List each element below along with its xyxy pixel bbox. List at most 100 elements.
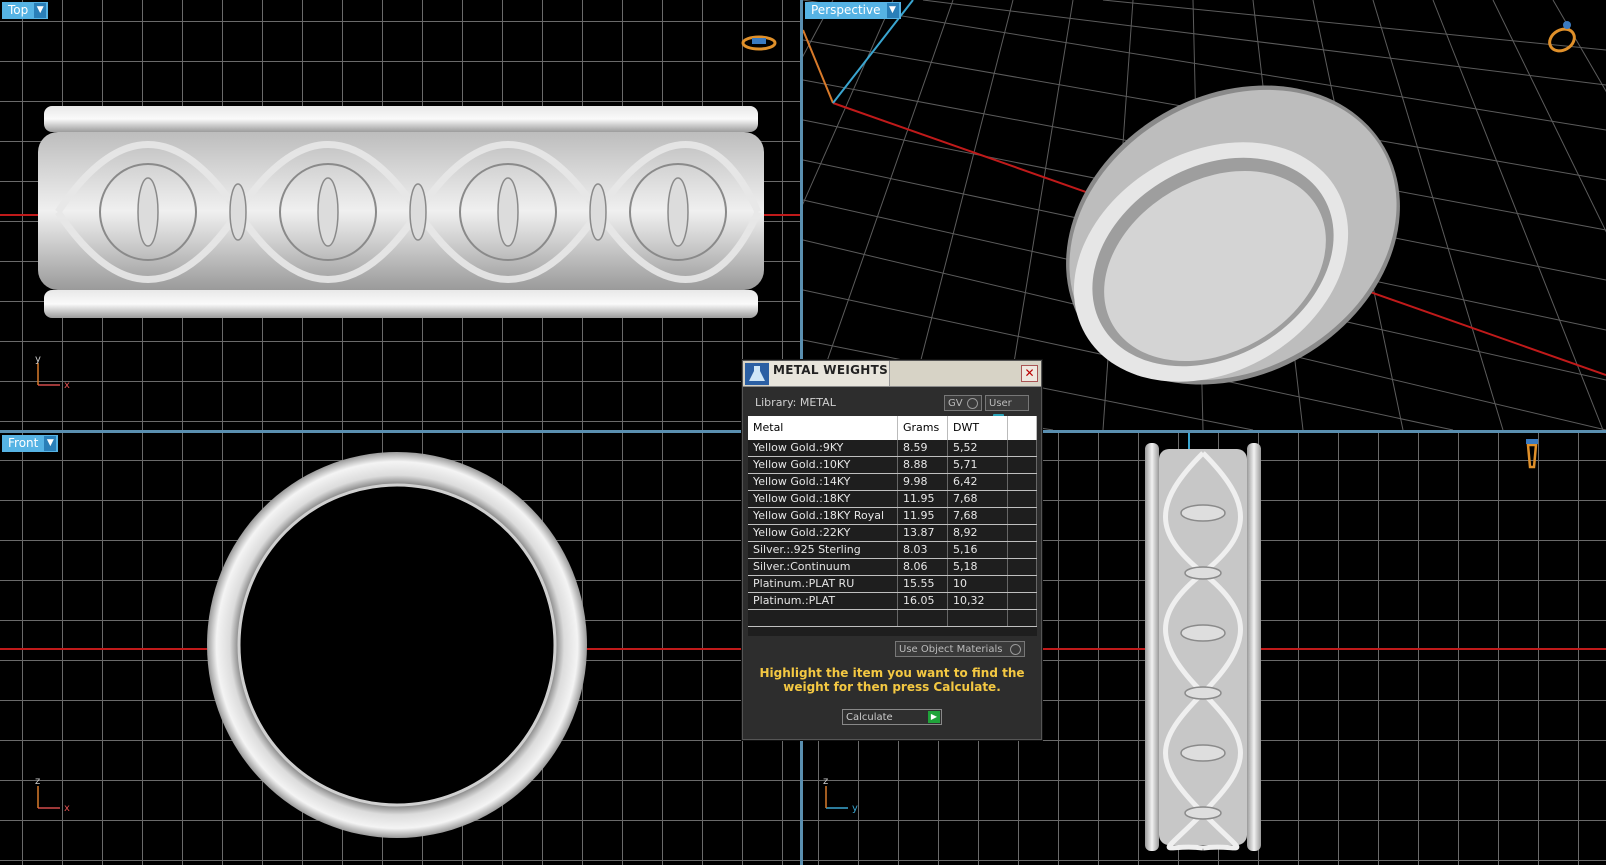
- grams-cell: 11.95: [898, 508, 948, 524]
- close-button[interactable]: ✕: [1021, 365, 1038, 382]
- dwt-cell: 8,92: [948, 525, 1008, 541]
- dialog-title: METAL WEIGHTS: [773, 363, 889, 377]
- viewport-perspective-label[interactable]: Perspective ▼: [805, 2, 901, 19]
- toggle-knob-icon: [966, 397, 978, 409]
- dwt-cell: 7,68: [948, 491, 1008, 507]
- empty-cell: [1008, 593, 1037, 609]
- table-row-empty[interactable]: [748, 610, 1037, 627]
- chevron-down-icon[interactable]: ▼: [44, 436, 57, 451]
- metal-cell: Yellow Gold.:18KY Royal: [748, 508, 898, 524]
- metal-cell: Yellow Gold.:14KY: [748, 474, 898, 490]
- grams-cell: 16.05: [898, 593, 948, 609]
- metal-cell: Silver.:Continuum: [748, 559, 898, 575]
- dwt-cell: 7,68: [948, 508, 1008, 524]
- metal-cell: Platinum.:PLAT RU: [748, 576, 898, 592]
- grams-cell: 8.59: [898, 440, 948, 456]
- dwt-cell: 5,71: [948, 457, 1008, 473]
- table-row[interactable]: Yellow Gold.:18KY Royal 11.95 7,68: [748, 508, 1037, 525]
- axis-triad: x y: [35, 355, 70, 391]
- chevron-down-icon[interactable]: ▼: [34, 3, 47, 18]
- metal-cell: Silver.:.925 Sterling: [748, 542, 898, 558]
- empty-cell: [1008, 457, 1037, 473]
- grams-cell: 15.55: [898, 576, 948, 592]
- ring-side-view[interactable]: [1143, 443, 1263, 853]
- table-row[interactable]: Yellow Gold.:10KY 8.88 5,71: [748, 457, 1037, 474]
- calculate-label: Calculate: [846, 712, 893, 723]
- empty-cell: [1008, 576, 1037, 592]
- dwt-cell: 5,52: [948, 440, 1008, 456]
- ring-view-icon[interactable]: [1543, 18, 1581, 56]
- axis-z-label: z: [823, 776, 828, 787]
- empty-cell: [1008, 559, 1037, 575]
- ring-view-icon[interactable]: [1513, 435, 1551, 473]
- table-row[interactable]: Platinum.:PLAT 16.05 10,32: [748, 593, 1037, 610]
- ring-view-icon[interactable]: [740, 25, 778, 63]
- flask-icon: [745, 363, 769, 385]
- viewport-top-label[interactable]: Top ▼: [2, 2, 49, 19]
- metal-weights-dialog: METAL WEIGHTS ✕ Library: METAL GV User M…: [742, 360, 1042, 740]
- viewport-front[interactable]: Front ▼ x z: [0, 433, 800, 865]
- ring-top-view[interactable]: [38, 102, 764, 328]
- viewport-name: Top: [8, 3, 29, 17]
- axis-x-label: x: [64, 803, 70, 814]
- empty-cell: [748, 610, 898, 626]
- grams-cell: 8.03: [898, 542, 948, 558]
- axis-y-label: y: [35, 355, 41, 365]
- dwt-cell: 6,42: [948, 474, 1008, 490]
- metal-cell: Yellow Gold.:9KY: [748, 440, 898, 456]
- column-header-metal[interactable]: Metal: [748, 416, 898, 440]
- empty-cell: [1008, 440, 1037, 456]
- axis-x-label: x: [64, 380, 70, 391]
- viewport-name: Perspective: [811, 3, 881, 17]
- use-object-materials-label: Use Object Materials: [899, 644, 1003, 655]
- dwt-cell: 10: [948, 576, 1008, 592]
- dwt-cell: 5,18: [948, 559, 1008, 575]
- empty-cell: [1008, 474, 1037, 490]
- grams-cell: 8.06: [898, 559, 948, 575]
- metal-cell: Yellow Gold.:18KY: [748, 491, 898, 507]
- column-header-grams[interactable]: Grams: [898, 416, 948, 440]
- table-row[interactable]: Yellow Gold.:22KY 13.87 8,92: [748, 525, 1037, 542]
- dwt-cell: 5,16: [948, 542, 1008, 558]
- gv-toggle[interactable]: GV: [944, 395, 982, 411]
- table-row[interactable]: Yellow Gold.:9KY 8.59 5,52: [748, 440, 1037, 457]
- empty-cell: [1008, 508, 1037, 524]
- empty-cell: [1008, 610, 1037, 626]
- empty-cell: [898, 610, 948, 626]
- table-row[interactable]: Silver.:.925 Sterling 8.03 5,16: [748, 542, 1037, 559]
- chevron-down-icon[interactable]: ▼: [886, 3, 899, 18]
- viewport-front-label[interactable]: Front ▼: [2, 435, 59, 452]
- table-row[interactable]: Silver.:Continuum 8.06 5,18: [748, 559, 1037, 576]
- viewport-top[interactable]: Top ▼ x y: [0, 0, 800, 430]
- grams-cell: 11.95: [898, 491, 948, 507]
- dialog-titlebar[interactable]: METAL WEIGHTS ✕: [743, 361, 1041, 387]
- table-row[interactable]: Yellow Gold.:14KY 9.98 6,42: [748, 474, 1037, 491]
- gv-label: GV: [948, 398, 963, 409]
- metal-weights-table: Metal Grams DWT Yellow Gold.:9KY 8.59 5,52…: [748, 416, 1037, 636]
- empty-cell: [1008, 491, 1037, 507]
- metal-cell: Yellow Gold.:22KY: [748, 525, 898, 541]
- calculate-button[interactable]: Calculate ▶: [842, 709, 942, 725]
- axis-z-label: z: [35, 776, 40, 787]
- play-icon: ▶: [928, 711, 940, 723]
- table-row[interactable]: Platinum.:PLAT RU 15.55 10: [748, 576, 1037, 593]
- table-row[interactable]: Yellow Gold.:18KY 11.95 7,68: [748, 491, 1037, 508]
- axis-triad: y z: [823, 776, 858, 814]
- table-header: Metal Grams DWT: [748, 416, 1037, 440]
- library-label: Library: METAL: [755, 396, 836, 409]
- empty-cell: [948, 610, 1008, 626]
- toggle-knob-icon: [1010, 644, 1021, 655]
- empty-cell: [1008, 542, 1037, 558]
- user-toggle[interactable]: User: [985, 395, 1029, 425]
- metal-cell: Platinum.:PLAT: [748, 593, 898, 609]
- dwt-cell: 10,32: [948, 593, 1008, 609]
- instruction-text: Highlight the item you want to find the …: [759, 666, 1025, 694]
- column-header-dwt[interactable]: DWT: [948, 416, 1008, 440]
- user-label: User: [989, 398, 1012, 409]
- empty-cell: [1008, 525, 1037, 541]
- axis-triad: x z: [35, 776, 70, 814]
- grams-cell: 9.98: [898, 474, 948, 490]
- viewport-name: Front: [8, 436, 39, 450]
- ring-front-view[interactable]: [200, 443, 600, 853]
- use-object-materials-toggle[interactable]: Use Object Materials: [895, 641, 1025, 657]
